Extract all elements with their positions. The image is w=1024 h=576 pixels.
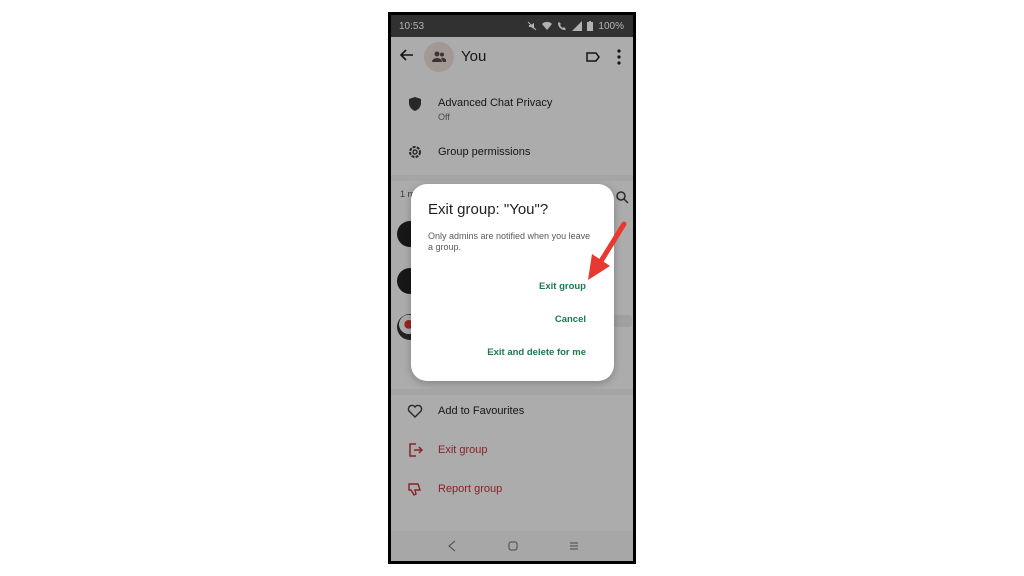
cancel-button[interactable]: Cancel [555,314,586,325]
annotation-arrow-icon [588,221,627,280]
exit-group-button[interactable]: Exit group [539,281,586,292]
dialog-title: Exit group: "You"? [428,201,549,218]
exit-and-delete-button[interactable]: Exit and delete for me [487,347,586,358]
dialog-message: Only admins are notified when you leave … [428,231,591,252]
phone-frame: 10:53 100% You Advanced Chat Privacy Off [388,12,636,564]
